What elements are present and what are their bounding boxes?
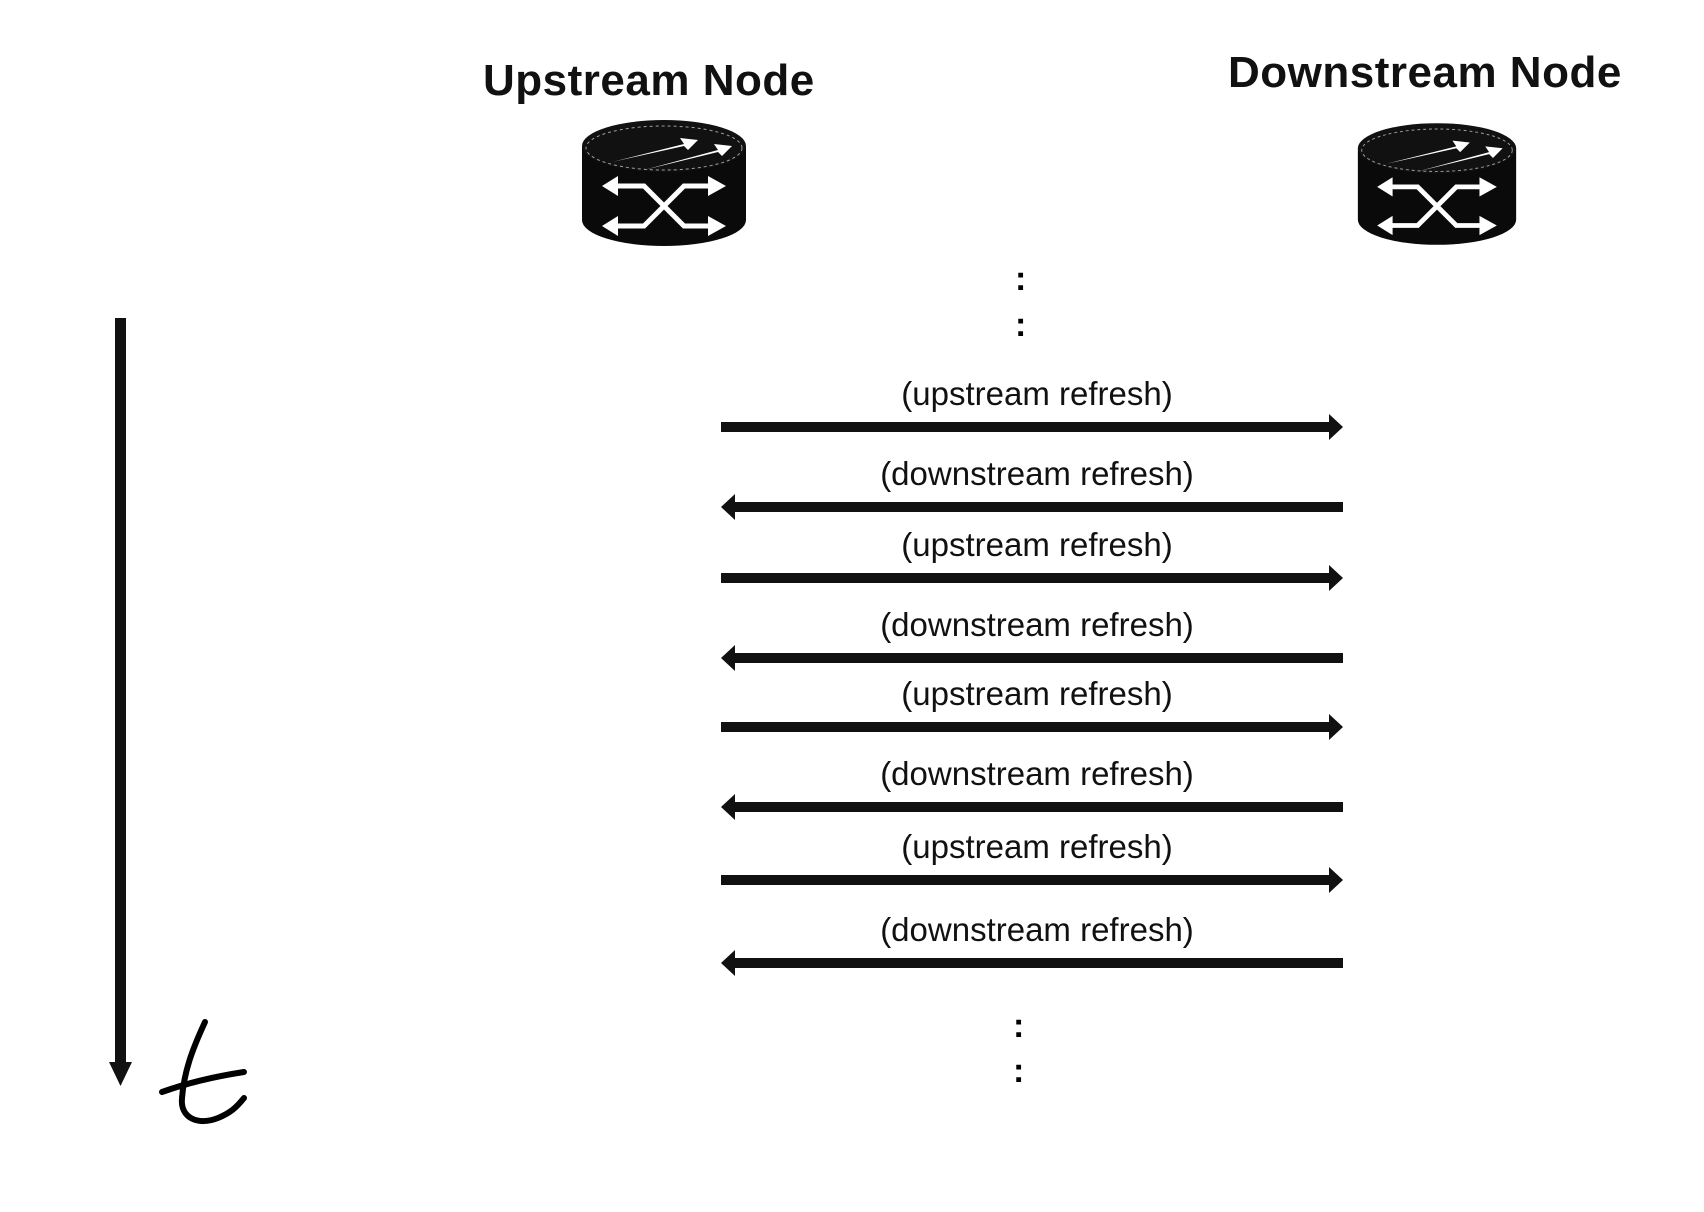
message-arrow: [721, 867, 1343, 893]
arrowhead: [721, 494, 735, 520]
sequence-arrows: [109, 318, 1343, 1086]
arrowhead: [1329, 714, 1343, 740]
arrow-shaft: [721, 573, 1329, 583]
arrowhead: [1329, 565, 1343, 591]
arrow-shaft: [735, 502, 1343, 512]
message-arrow: [721, 794, 1343, 820]
message-arrow: [721, 645, 1343, 671]
arrow-shaft: [735, 653, 1343, 663]
time-label: t: [159, 1019, 247, 1125]
arrow-shaft: [721, 875, 1329, 885]
arrow-shaft: [735, 958, 1343, 968]
arrowhead: [721, 950, 735, 976]
arrow-shaft: [735, 802, 1343, 812]
message-arrow: [721, 414, 1343, 440]
arrowhead: [1329, 867, 1343, 893]
arrowhead: [721, 794, 735, 820]
arrowhead: [1329, 414, 1343, 440]
timeline-axis: [109, 318, 132, 1086]
message-arrow: [721, 565, 1343, 591]
message-arrow: [721, 494, 1343, 520]
arrow-shaft: [721, 422, 1329, 432]
arrowhead: [721, 645, 735, 671]
timeline-arrowhead: [109, 1062, 132, 1086]
message-arrow: [721, 950, 1343, 976]
message-arrow: [721, 714, 1343, 740]
arrow-shaft: [721, 722, 1329, 732]
timeline-line: [115, 318, 126, 1066]
